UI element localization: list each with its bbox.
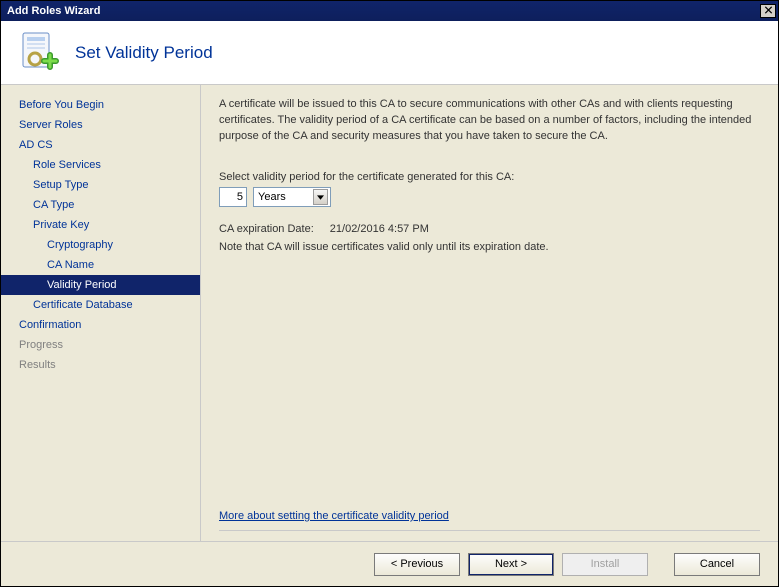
wizard-main-panel: A certificate will be issued to this CA … [201, 85, 778, 541]
nav-setup-type[interactable]: Setup Type [1, 175, 200, 195]
help-link[interactable]: More about setting the certificate valid… [219, 510, 449, 522]
nav-validity-period[interactable]: Validity Period [1, 275, 200, 295]
divider [219, 530, 760, 531]
validity-value-input[interactable] [219, 187, 247, 207]
validity-form-row: Years [219, 187, 760, 207]
next-button[interactable]: Next > [468, 553, 554, 576]
dropdown-button[interactable] [313, 189, 328, 205]
chevron-down-icon [317, 191, 324, 203]
validity-unit-select[interactable]: Years [253, 187, 331, 207]
expiration-row: CA expiration Date: 21/02/2016 4:57 PM [219, 223, 760, 235]
validity-unit-value: Years [258, 191, 286, 203]
validity-prompt: Select validity period for the certifica… [219, 171, 760, 183]
wizard-content: Before You Begin Server Roles AD CS Role… [1, 85, 778, 541]
nav-ca-name[interactable]: CA Name [1, 255, 200, 275]
nav-before-you-begin[interactable]: Before You Begin [1, 95, 200, 115]
wizard-footer: < Previous Next > Install Cancel [1, 541, 778, 586]
nav-cryptography[interactable]: Cryptography [1, 235, 200, 255]
window-titlebar: Add Roles Wizard [1, 1, 778, 21]
nav-results: Results [1, 355, 200, 375]
close-icon [764, 6, 773, 17]
help-link-row: More about setting the certificate valid… [219, 498, 760, 531]
expiration-note: Note that CA will issue certificates val… [219, 241, 760, 253]
page-title: Set Validity Period [75, 43, 213, 63]
cancel-button[interactable]: Cancel [674, 553, 760, 576]
nav-server-roles[interactable]: Server Roles [1, 115, 200, 135]
previous-button[interactable]: < Previous [374, 553, 460, 576]
nav-confirmation[interactable]: Confirmation [1, 315, 200, 335]
nav-private-key[interactable]: Private Key [1, 215, 200, 235]
wizard-header: Set Validity Period [1, 21, 778, 85]
wizard-sidebar: Before You Begin Server Roles AD CS Role… [1, 85, 201, 541]
nav-ad-cs[interactable]: AD CS [1, 135, 200, 155]
wizard-header-icon [17, 29, 61, 76]
window-close-button[interactable] [760, 4, 776, 18]
install-button: Install [562, 553, 648, 576]
window-title: Add Roles Wizard [7, 5, 100, 17]
expiration-label: CA expiration Date: [219, 223, 314, 235]
nav-role-services[interactable]: Role Services [1, 155, 200, 175]
nav-progress: Progress [1, 335, 200, 355]
nav-certificate-database[interactable]: Certificate Database [1, 295, 200, 315]
description-text: A certificate will be issued to this CA … [219, 97, 760, 145]
expiration-value: 21/02/2016 4:57 PM [330, 223, 429, 235]
nav-ca-type[interactable]: CA Type [1, 195, 200, 215]
